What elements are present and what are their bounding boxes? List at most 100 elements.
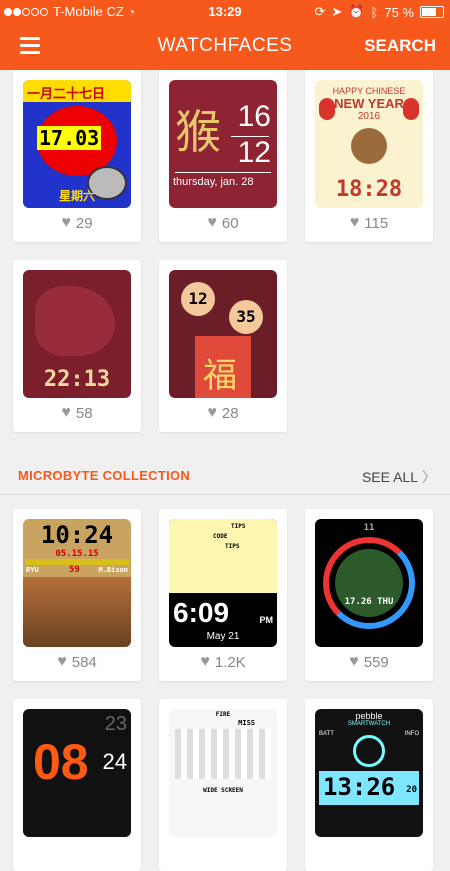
like-count[interactable]: ♥ 60 [159,214,287,232]
bluetooth-icon: ᛒ [370,4,379,20]
face-seconds: 20 [406,785,417,795]
face-time: 22:13 [43,367,111,392]
watchface-preview[interactable]: 11 17.26 THU [315,519,423,647]
lantern-icon [319,98,335,120]
status-bar: T-Mobile CZ ◔ 13:29 ⟳ ➤ ⏰ ᛒ 75 % [0,0,450,22]
watchface-card[interactable]: pebble SMARTWATCH BATT INFO 13:26 20 [305,699,433,871]
like-count-value: 29 [75,214,93,232]
info-label: INFO [404,731,419,737]
watchface-preview[interactable]: 12 35 福 [169,270,277,398]
battery-percent: 75 % [384,4,414,20]
see-all-link[interactable]: SEE ALL 〉 [362,467,436,487]
face-ampm: PM [259,615,274,625]
heart-icon: ♥ [207,214,217,231]
batt-label: BATT [319,731,334,737]
battery-icon [420,6,444,18]
game-label: WIDE SCREEN [203,787,243,794]
heart-icon: ♥ [61,404,71,421]
watchface-preview[interactable]: 08 23 24 [23,709,131,837]
face-char: 福 [203,357,237,395]
like-count-value: 584 [71,653,97,671]
face-greeting: HAPPY CHINESE [332,86,406,96]
face-time: 18:28 [335,177,403,202]
like-count[interactable]: ♥ 29 [13,214,141,232]
heart-icon: ♥ [349,653,359,670]
watchface-card[interactable]: 10:24 05.15.15 RYU 59 M.Bison ♥ 584 [13,509,141,681]
like-count[interactable]: ♥ 584 [13,653,141,671]
face-next: 24 [102,749,127,774]
chevron-right-icon: 〉 [422,469,436,485]
gauge-icon [353,735,385,767]
face-char: 猴 [175,105,221,159]
face-time: 17.26 THU [344,597,394,607]
watchface-preview[interactable]: 22:13 [23,270,131,398]
heart-icon: ♥ [349,214,360,231]
face-time: 10:24 [40,521,114,549]
watchface-card[interactable]: 11 17.26 THU ♥ 559 [305,509,433,681]
face-time: 17.03 [37,126,102,150]
watchface-card[interactable]: 12 35 福 ♥ 28 [159,260,287,432]
watchface-preview[interactable]: 猴 16 12 thursday, jan. 28 [169,80,277,208]
watchface-card[interactable]: 猴 16 12 thursday, jan. 28 ♥ 60 [159,70,287,242]
watchface-card[interactable]: 22:13 ♥ 58 [13,260,141,432]
lantern-icon [403,98,419,120]
watchface-preview[interactable]: FIRE MISS WIDE SCREEN [169,709,277,837]
round-label: 59 [69,565,80,575]
monkey-icon [351,128,387,164]
like-count-value: 58 [75,404,93,422]
like-count-value: 60 [221,214,239,232]
watchface-card[interactable]: FIRE MISS WIDE SCREEN [159,699,287,871]
watchface-preview[interactable]: HAPPY CHINESE NEW YEAR 2016 18:28 [315,80,423,208]
face-hour: 16 [237,100,271,133]
face-prev: 23 [104,713,127,735]
like-count[interactable]: ♥ 1.2K [159,653,287,671]
like-count-value: 28 [221,404,239,422]
office-scene [169,519,277,593]
face-minute: 35 [229,300,263,334]
game-scene [175,729,271,779]
watchface-card[interactable]: TIPS CODE TIPS 6:09 PM May 21 ♥ 1.2K [159,509,287,681]
heart-icon: ♥ [61,214,71,231]
face-date: 05.15.15 [55,549,99,559]
game-label: FIRE [215,711,231,718]
face-time: 13:26 [323,773,396,801]
watchface-preview[interactable]: 10:24 05.15.15 RYU 59 M.Bison [23,519,131,647]
app-bar: WATCHFACES SEARCH [0,22,450,70]
heart-icon: ♥ [207,404,217,421]
face-hour: 08 [33,734,89,790]
watchface-preview[interactable]: pebble SMARTWATCH BATT INFO 13:26 20 [315,709,423,837]
like-count-value: 1.2K [214,653,246,671]
game-label: MISS [238,719,255,727]
like-count[interactable]: ♥ 115 [305,214,433,232]
face-hour: 12 [181,282,215,316]
see-all-label: SEE ALL [361,469,418,485]
watchface-card[interactable]: HAPPY CHINESE NEW YEAR 2016 18:28 ♥ 115 [305,70,433,242]
dragon-icon [35,286,115,356]
search-button[interactable]: SEARCH [364,36,436,56]
watchface-preview[interactable]: 一月二十七日 17.03 星期六 [23,80,131,208]
like-count-value: 115 [364,214,389,232]
like-count-value: 559 [363,653,389,671]
watchface-card[interactable]: 一月二十七日 17.03 星期六 ♥ 29 [13,70,141,242]
brand-label: pebble [355,711,383,721]
heart-icon: ♥ [57,653,67,670]
like-count[interactable]: ♥ 28 [159,404,287,422]
face-date: May 21 [206,631,240,642]
heart-icon: ♥ [200,653,210,670]
lock-rotation-icon: ⟳ [314,4,326,19]
fight-scene [23,577,131,647]
player2-label: M.Bison [98,566,128,574]
face-weekday: 星期六 [59,189,96,203]
like-count[interactable]: ♥ 559 [305,653,433,671]
watchface-card[interactable]: 08 23 24 [13,699,141,871]
section-header: MICROBYTE COLLECTION SEE ALL 〉 [0,458,450,495]
like-count[interactable]: ♥ 58 [13,404,141,422]
face-time: 6:09 [173,597,230,628]
face-minute: 12 [237,136,271,169]
brand-sub: SMARTWATCH [347,721,391,727]
face-date-text: 一月二十七日 [27,87,106,102]
scene-label: TIPS [231,523,246,530]
scene-label: TIPS [225,543,240,550]
location-icon: ➤ [331,4,343,19]
watchface-preview[interactable]: TIPS CODE TIPS 6:09 PM May 21 [169,519,277,647]
